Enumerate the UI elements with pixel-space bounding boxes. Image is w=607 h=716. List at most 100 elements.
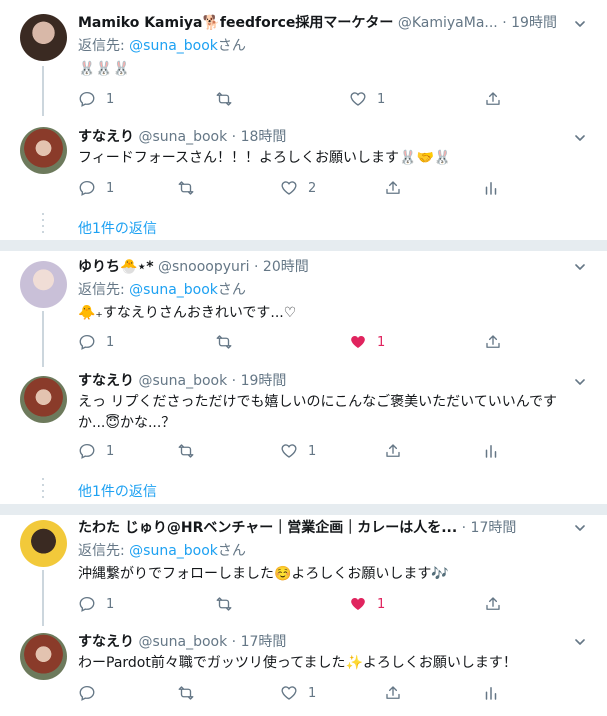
retweet-button[interactable] xyxy=(215,332,233,352)
user-handle[interactable]: @suna_book xyxy=(138,373,227,389)
timestamp[interactable]: 20時間 xyxy=(263,259,309,275)
like-button[interactable]: 2 xyxy=(280,178,316,198)
reply-to-link[interactable]: @suna_book xyxy=(129,282,218,298)
share-icon xyxy=(484,333,502,351)
retweet-button[interactable] xyxy=(177,178,195,198)
like-button[interactable]: 1 xyxy=(349,89,385,109)
chevron-down-icon[interactable] xyxy=(575,523,585,533)
separator-dot: · xyxy=(502,15,507,31)
show-more-replies-link[interactable]: 他1件の返信 xyxy=(78,481,157,501)
analytics-button[interactable] xyxy=(482,178,500,198)
tweet-actions: 1 1 xyxy=(78,594,508,614)
avatar[interactable] xyxy=(20,14,67,61)
like-button[interactable]: 1 xyxy=(349,332,385,352)
reply-button[interactable] xyxy=(78,683,96,703)
reply-button[interactable]: 1 xyxy=(78,178,114,198)
like-button[interactable]: 1 xyxy=(349,594,385,614)
user-handle[interactable]: @suna_book xyxy=(138,634,227,650)
separator-dot: · xyxy=(231,373,237,389)
like-button[interactable]: 1 xyxy=(280,441,316,461)
reply-count: 1 xyxy=(106,596,115,612)
reply-prefix: 返信先: xyxy=(78,543,130,559)
share-button[interactable] xyxy=(384,178,402,198)
reply-button[interactable]: 1 xyxy=(78,89,114,109)
thread-line xyxy=(42,66,44,116)
user-handle[interactable]: @KamiyaMa... xyxy=(398,15,498,31)
timestamp[interactable]: 18時間 xyxy=(241,129,287,145)
chevron-down-icon[interactable] xyxy=(575,133,585,143)
tweet-suna-1[interactable]: すなえり @suna_book · 18時間 フィードフォースさん！！！よろしく… xyxy=(0,115,607,210)
display-name[interactable]: すなえり xyxy=(78,373,134,389)
reply-prefix: 返信先: xyxy=(78,282,130,298)
analytics-button[interactable] xyxy=(482,683,500,703)
retweet-icon xyxy=(215,333,233,351)
analytics-icon xyxy=(482,684,500,702)
analytics-icon xyxy=(482,179,500,197)
reply-suffix: さん xyxy=(217,543,246,559)
chevron-down-icon[interactable] xyxy=(575,637,585,647)
show-more-replies-link[interactable]: 他1件の返信 xyxy=(78,218,157,238)
share-button[interactable] xyxy=(384,441,402,461)
chevron-down-icon[interactable] xyxy=(575,19,585,29)
tweet-text: 沖縄繋がりでフォローしました☺️よろしくお願いします🎶 xyxy=(78,566,449,582)
reply-to-link[interactable]: @suna_book xyxy=(129,38,218,54)
timestamp[interactable]: 19時間 xyxy=(241,373,287,389)
retweet-button[interactable] xyxy=(177,441,195,461)
heart-icon xyxy=(280,179,298,197)
display-name[interactable]: たわた じゅり@HRベンチャー｜営業企画｜カレーは人を... xyxy=(78,520,457,536)
reply-suffix: さん xyxy=(217,38,246,54)
reply-button[interactable]: 1 xyxy=(78,441,114,461)
analytics-button[interactable] xyxy=(482,441,500,461)
reply-button[interactable]: 1 xyxy=(78,594,114,614)
section-divider xyxy=(0,504,607,515)
display-name[interactable]: すなえり xyxy=(78,129,134,145)
retweet-button[interactable] xyxy=(215,594,233,614)
tweet-text: フィードフォースさん！！！よろしくお願いします🐰🤝🐰 xyxy=(78,150,452,166)
display-name[interactable]: Mamiko Kamiya🐕feedforce採用マーケター xyxy=(78,15,393,31)
user-handle[interactable]: @suna_book xyxy=(138,129,227,145)
share-button[interactable] xyxy=(484,332,502,352)
user-handle[interactable]: @snooopyuri xyxy=(158,259,250,275)
avatar[interactable] xyxy=(20,261,67,308)
share-button[interactable] xyxy=(484,89,502,109)
analytics-icon xyxy=(482,442,500,460)
reply-button[interactable]: 1 xyxy=(78,332,114,352)
tweet-suna-2[interactable]: すなえり @suna_book · 19時間 えっ リプくださっただけでも嬉しい… xyxy=(0,366,607,476)
reply-icon xyxy=(78,179,96,197)
avatar[interactable] xyxy=(20,520,67,567)
tweet-tawata[interactable]: たわた じゅり@HRベンチャー｜営業企画｜カレーは人を... · 17時間 返信… xyxy=(0,515,607,626)
chevron-down-icon[interactable] xyxy=(575,262,585,272)
tweet-yurichi[interactable]: ゆりち🐣⋆* @snooopyuri · 20時間 返信先: @suna_boo… xyxy=(0,251,607,367)
chevron-down-icon[interactable] xyxy=(575,377,585,387)
display-name[interactable]: すなえり xyxy=(78,634,134,650)
timestamp[interactable]: 17時間 xyxy=(471,520,517,536)
reply-context: 返信先: @suna_bookさん xyxy=(78,280,246,300)
tweet-suna-3[interactable]: すなえり @suna_book · 17時間 わーPardot前々職でガッツリ使… xyxy=(0,625,607,716)
tweet-actions: 1 1 xyxy=(78,332,508,352)
share-button[interactable] xyxy=(384,683,402,703)
tweet-actions: 1 2 xyxy=(78,178,508,198)
reply-to-link[interactable]: @suna_book xyxy=(129,543,218,559)
retweet-button[interactable] xyxy=(215,89,233,109)
avatar[interactable] xyxy=(20,633,67,680)
like-button[interactable]: 1 xyxy=(280,683,316,703)
heart-icon xyxy=(280,684,298,702)
avatar[interactable] xyxy=(20,127,67,174)
thread-line xyxy=(42,311,44,367)
avatar[interactable] xyxy=(20,376,67,423)
like-count: 1 xyxy=(377,334,386,350)
display-name[interactable]: ゆりち xyxy=(78,259,120,275)
separator-dot: · xyxy=(231,129,237,145)
timestamp[interactable]: 17時間 xyxy=(241,634,287,650)
heart-icon xyxy=(349,90,367,108)
thread-dots xyxy=(42,478,44,502)
reply-icon xyxy=(78,333,96,351)
share-button[interactable] xyxy=(484,594,502,614)
retweet-button[interactable] xyxy=(177,683,195,703)
tweet-kamiya[interactable]: Mamiko Kamiya🐕feedforce採用マーケター @KamiyaMa… xyxy=(0,0,607,116)
share-icon xyxy=(384,179,402,197)
section-divider xyxy=(0,240,607,251)
share-icon xyxy=(384,684,402,702)
share-icon xyxy=(384,442,402,460)
timestamp[interactable]: 19時間 xyxy=(511,15,557,31)
